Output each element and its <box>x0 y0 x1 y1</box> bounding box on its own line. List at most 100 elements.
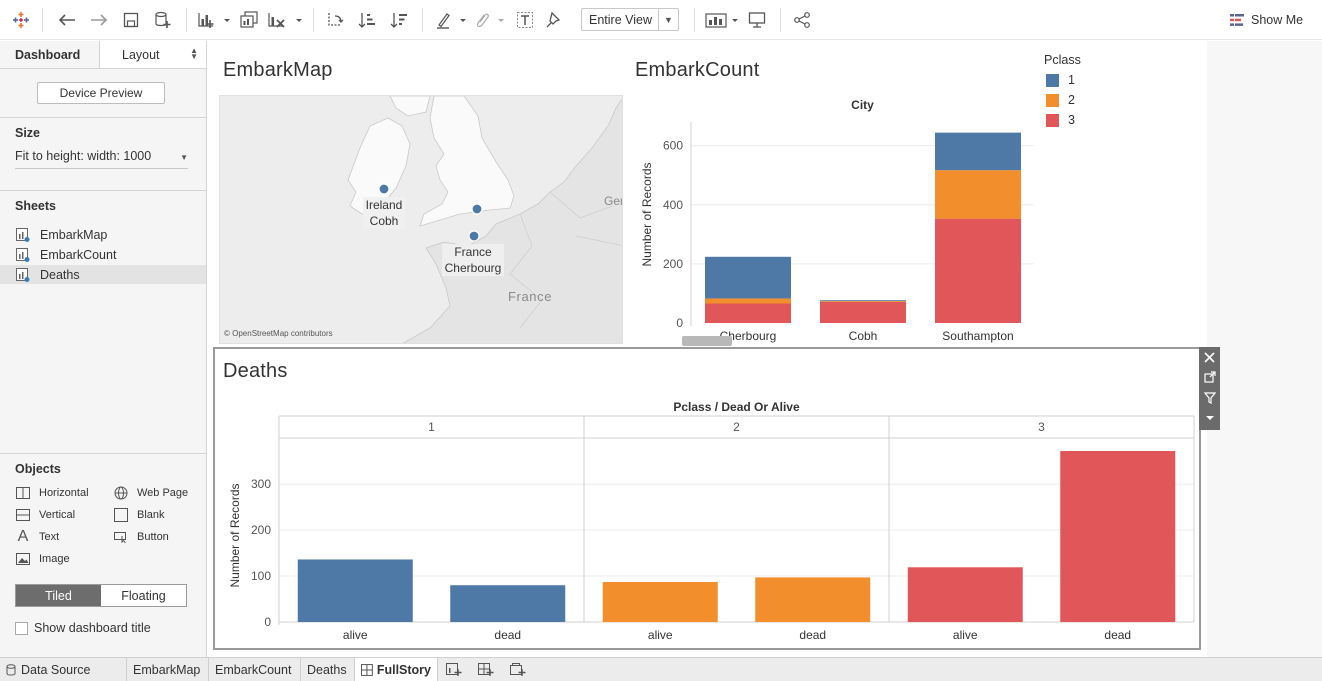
y-axis-title: Number of Records <box>228 483 242 587</box>
new-story-icon <box>510 663 526 676</box>
zone-toolbar <box>1199 347 1220 430</box>
bar-pclass3-alive[interactable] <box>907 567 1023 622</box>
close-icon[interactable] <box>1199 347 1220 367</box>
cobh-marker <box>378 183 390 195</box>
new-story-tab-button[interactable] <box>502 658 534 681</box>
x-category-label: alive <box>343 628 368 642</box>
bar-pclass2-dead[interactable] <box>755 577 871 622</box>
device-preview-button[interactable]: Device Preview <box>37 82 165 104</box>
bar-cobh-pclass1[interactable] <box>820 300 906 302</box>
bar-cherbourg-pclass2[interactable] <box>705 298 791 304</box>
tab-fullstory[interactable]: FullStory <box>355 658 438 681</box>
show-me-button[interactable]: Show Me <box>1230 11 1303 29</box>
tableau-logo-icon[interactable] <box>10 9 32 31</box>
tiled-button[interactable]: Tiled <box>16 585 101 606</box>
sheet-item-embarkmap[interactable]: EmbarkMap <box>0 225 206 244</box>
show-mark-labels-icon[interactable] <box>514 9 536 31</box>
object-vertical[interactable]: Vertical <box>15 508 75 522</box>
sheet-item-label: EmbarkMap <box>40 227 108 242</box>
size-dropdown[interactable]: Fit to height: width: 1000 ▼ <box>15 149 188 169</box>
object-web-page[interactable]: Web Page <box>113 486 188 500</box>
object-blank[interactable]: Blank <box>113 508 165 522</box>
map-label-cherbourg: Cherbourg <box>445 261 502 275</box>
fit-dropdown-label: Entire View <box>589 12 652 27</box>
sheet-item-deaths[interactable]: Deaths <box>0 265 206 284</box>
resize-handle[interactable] <box>682 336 732 346</box>
tab-embarkcount[interactable]: EmbarkCount <box>209 658 301 681</box>
tab-deaths[interactable]: Deaths <box>301 658 355 681</box>
legend-item-1[interactable]: 1 <box>1046 73 1075 87</box>
bar-cobh-pclass2[interactable] <box>820 301 906 303</box>
bar-southampton-pclass2[interactable] <box>935 170 1021 219</box>
y-tick-label: 300 <box>251 477 271 491</box>
tab-label: EmbarkCount <box>215 663 292 677</box>
floating-button[interactable]: Floating <box>101 585 186 606</box>
bar-cherbourg-pclass3[interactable] <box>705 303 791 323</box>
save-icon[interactable] <box>120 9 142 31</box>
swap-rows-columns-icon[interactable] <box>324 9 346 31</box>
dashboard-pane: Dashboard Layout ▲ ▼ Device Preview Size … <box>0 41 207 657</box>
tab-embarkmap[interactable]: EmbarkMap <box>127 658 209 681</box>
y-tick-label: 200 <box>251 523 271 537</box>
duplicate-sheet-icon[interactable] <box>238 9 260 31</box>
new-worksheet-icon[interactable] <box>196 9 232 31</box>
show-me-icon <box>1230 14 1244 26</box>
undo-icon[interactable] <box>56 9 78 31</box>
fit-dropdown[interactable]: Entire View ▼ <box>581 8 679 31</box>
pane-tabs: Dashboard Layout ▲ ▼ <box>0 41 206 69</box>
filter-icon[interactable] <box>1199 388 1220 408</box>
deaths-chart[interactable]: Pclass / Dead Or Alive 0 100 200 300 Number o… <box>222 395 1198 648</box>
tab-dashboard[interactable]: Dashboard <box>0 41 100 68</box>
chevron-down-icon: ▼ <box>658 9 678 30</box>
sheet-item-embarkcount[interactable]: EmbarkCount <box>0 245 206 264</box>
chevron-down-icon: ▼ <box>180 153 188 162</box>
sort-descending-icon[interactable] <box>388 9 410 31</box>
embark-map[interactable]: Ireland Cobh France Cherbourg France Ger… <box>219 95 623 344</box>
canvas-margin <box>1207 41 1322 657</box>
show-cards-icon[interactable] <box>704 9 740 31</box>
x-category-label: dead <box>1104 628 1131 642</box>
bar-pclass3-dead[interactable] <box>1060 450 1176 622</box>
pclass-header-label: 2 <box>733 420 740 434</box>
clear-sheet-icon[interactable] <box>266 9 304 31</box>
bar-pclass1-dead[interactable] <box>450 585 566 622</box>
share-icon[interactable] <box>791 9 813 31</box>
y-axis-title: Number of Records <box>640 162 654 266</box>
bar-southampton-pclass3[interactable] <box>935 218 1021 323</box>
button-icon <box>113 530 129 544</box>
sort-ascending-icon[interactable] <box>356 9 378 31</box>
tab-data-source[interactable]: Data Source <box>0 658 127 681</box>
new-dashboard-tab-button[interactable] <box>470 658 502 681</box>
new-data-source-icon[interactable] <box>152 9 174 31</box>
bar-pclass1-alive[interactable] <box>297 559 413 622</box>
legend-item-2[interactable]: 2 <box>1046 93 1075 107</box>
sheet-item-label: Deaths <box>40 267 80 282</box>
presentation-mode-icon[interactable] <box>746 9 768 31</box>
legend-title: Pclass <box>1044 53 1081 67</box>
tab-layout[interactable]: Layout ▲ ▼ <box>100 41 206 68</box>
bar-southampton-pclass1[interactable] <box>935 132 1021 171</box>
object-text[interactable]: A Text <box>15 528 60 545</box>
highlight-icon[interactable] <box>434 9 468 31</box>
redo-icon[interactable] <box>88 9 110 31</box>
pclass-header-label: 1 <box>428 420 435 434</box>
show-dashboard-title-option[interactable]: Show dashboard title <box>15 621 151 635</box>
worksheet-icon <box>16 268 30 285</box>
show-title-checkbox[interactable] <box>15 621 28 635</box>
group-members-icon[interactable] <box>472 9 506 31</box>
legend-item-3[interactable]: 3 <box>1046 113 1075 127</box>
go-to-sheet-icon[interactable] <box>1199 367 1220 387</box>
object-image[interactable]: Image <box>15 552 70 566</box>
legend-label: 1 <box>1068 73 1075 87</box>
bar-pclass2-alive[interactable] <box>602 582 718 622</box>
bar-cherbourg-pclass1[interactable] <box>705 256 791 299</box>
object-horizontal[interactable]: Horizontal <box>15 486 89 500</box>
object-button[interactable]: Button <box>113 530 169 544</box>
new-worksheet-tab-button[interactable] <box>438 658 470 681</box>
embarkcount-chart[interactable]: City0200400600Number of RecordsCherbourg… <box>634 90 1044 346</box>
map-label-cobh: Cobh <box>370 214 399 228</box>
pin-axes-icon[interactable] <box>543 9 565 31</box>
updown-arrows-icon: ▲ ▼ <box>190 46 198 61</box>
more-options-icon[interactable] <box>1199 408 1220 428</box>
bar-cobh-pclass3[interactable] <box>820 302 906 323</box>
